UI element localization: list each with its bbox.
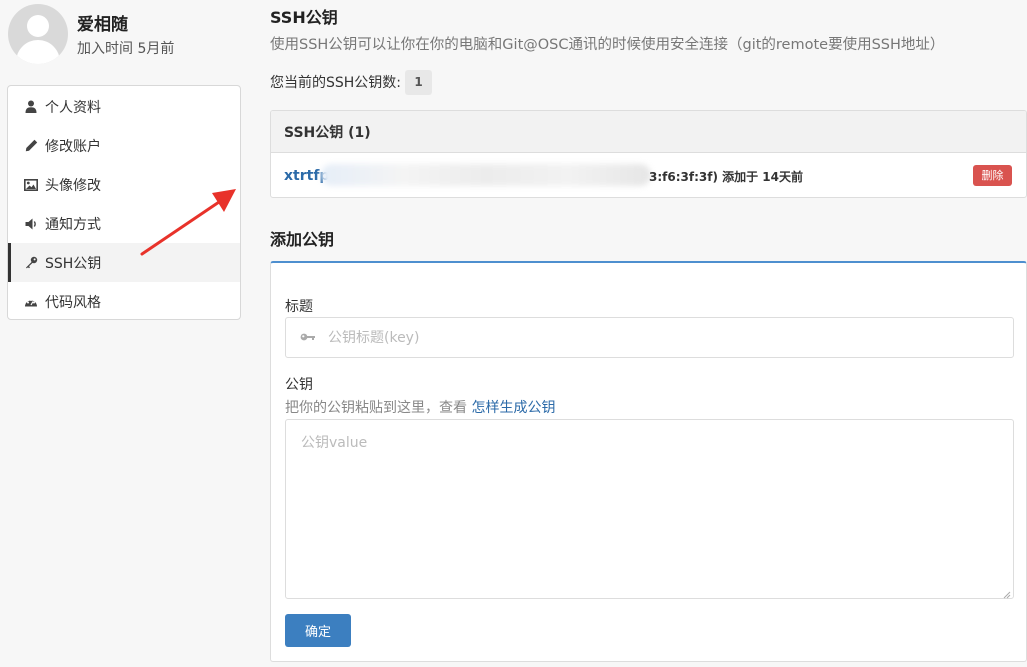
ssh-key-fingerprint: 3:f6:3f:3f) 添加于 14天前 <box>649 170 803 184</box>
settings-menu: 个人资料 修改账户 头像修改 通知方式 SSH公钥 代码风格 <box>7 85 241 320</box>
redacted-fingerprint <box>321 164 651 186</box>
user-profile: 爱相随 加入时间 5月前 <box>8 4 248 64</box>
key-count-label: 您当前的SSH公钥数: <box>270 75 402 91</box>
avatar-body <box>16 40 60 64</box>
title-input-wrapper[interactable] <box>285 317 1014 358</box>
page-title: SSH公钥 <box>270 8 338 27</box>
add-key-heading: 添加公钥 <box>270 230 335 249</box>
sidebar-item-label: 个人资料 <box>45 99 101 116</box>
sidebar-item-ssh[interactable]: SSH公钥 <box>8 243 240 282</box>
delete-key-button[interactable]: 删除 <box>973 165 1012 186</box>
title-input[interactable] <box>328 329 928 346</box>
sidebar-item-label: SSH公钥 <box>45 255 102 272</box>
sidebar-item-label: 通知方式 <box>45 216 101 233</box>
sidebar-item-notifications[interactable]: 通知方式 <box>8 204 240 243</box>
add-key-form: 标题 公钥 把你的公钥粘贴到这里，查看 怎样生成公钥 确定 <box>270 261 1027 662</box>
joined-time: 加入时间 5月前 <box>77 41 175 57</box>
volume-icon <box>24 217 38 231</box>
key-value-textarea[interactable] <box>285 419 1014 599</box>
avatar-head <box>27 15 49 37</box>
key-icon <box>24 256 38 270</box>
resize-grip-icon[interactable] <box>1002 587 1011 599</box>
title-field-label: 标题 <box>285 299 313 315</box>
ssh-keys-panel: SSH公钥 (1) xtrtfp 3:f6:3f:3f) 添加于 14天前 删除 <box>270 110 1027 198</box>
dashboard-icon <box>24 295 38 309</box>
ssh-keys-panel-title: SSH公钥 (1) <box>271 111 1026 153</box>
key-count-row: 您当前的SSH公钥数: 1 <box>270 69 433 95</box>
avatar[interactable] <box>8 4 68 64</box>
sidebar-item-label: 头像修改 <box>45 177 101 194</box>
image-icon <box>24 178 38 192</box>
sidebar-item-label: 修改账户 <box>45 138 101 155</box>
sidebar-item-avatar[interactable]: 头像修改 <box>8 165 240 204</box>
user-name[interactable]: 爱相随 <box>77 10 128 35</box>
key-icon <box>300 330 316 346</box>
sidebar-item-profile[interactable]: 个人资料 <box>8 87 240 126</box>
how-to-generate-key-link[interactable]: 怎样生成公钥 <box>471 400 555 416</box>
key-field-label: 公钥 <box>285 377 313 393</box>
ssh-description: 使用SSH公钥可以让你在你的电脑和Git@OSC通讯的时候使用安全连接（git的… <box>270 37 945 53</box>
key-count-badge: 1 <box>405 69 433 95</box>
sidebar-item-account[interactable]: 修改账户 <box>8 126 240 165</box>
pencil-icon <box>24 139 38 153</box>
key-hint-text: 把你的公钥粘贴到这里，查看 <box>285 400 467 416</box>
key-hint: 把你的公钥粘贴到这里，查看 怎样生成公钥 <box>285 397 555 417</box>
user-icon <box>24 100 38 114</box>
ssh-key-row: xtrtfp 3:f6:3f:3f) 添加于 14天前 删除 <box>271 153 1026 197</box>
sidebar-item-label: 代码风格 <box>45 294 101 311</box>
submit-button[interactable]: 确定 <box>285 614 351 647</box>
sidebar-item-code-style[interactable]: 代码风格 <box>8 282 240 319</box>
